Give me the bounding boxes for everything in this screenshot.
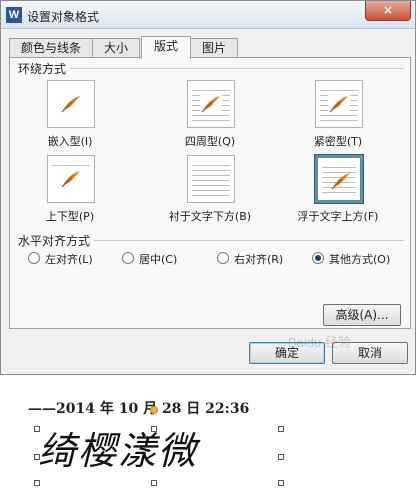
align-center-label: 居中(C) (139, 253, 178, 266)
signature-image[interactable]: 绮樱漾微 (38, 420, 198, 475)
wrap-tight-thumbnail (315, 80, 363, 128)
tab-bar: 颜色与线条 大小 版式 图片 (9, 36, 409, 59)
ok-button[interactable]: 确定 (249, 342, 325, 364)
wrap-inline-option[interactable]: 嵌入型(I) (10, 80, 130, 155)
wrap-square-label: 四周型(Q) (184, 135, 236, 148)
title-bar: W 设置对象格式 × (1, 1, 415, 29)
quill-icon (61, 171, 80, 188)
wrap-behind-text-option[interactable]: 衬于文字下方(B) (150, 155, 270, 230)
resize-handle-r[interactable] (278, 454, 284, 460)
wrap-top-bottom-option[interactable]: 上下型(P) (10, 155, 130, 230)
wps-writer-icon: W (6, 7, 22, 23)
document-area: ——2014 年 10 月 28 日 22:36 绮樱漾微 (0, 376, 416, 491)
radio-indicator (28, 252, 40, 264)
resize-handle-tr[interactable] (278, 426, 284, 432)
align-group-title: 水平对齐方式 (18, 232, 95, 249)
close-button[interactable]: × (365, 1, 411, 21)
wrap-in-front-thumbnail (314, 154, 364, 204)
wrap-behind-text-label: 衬于文字下方(B) (168, 210, 252, 223)
format-object-dialog: W 设置对象格式 × 颜色与线条 大小 版式 图片 环绕方式 嵌入型(I) 四周… (0, 0, 416, 375)
wrap-group-title: 环绕方式 (18, 60, 71, 77)
radio-indicator (122, 252, 134, 264)
wrap-tight-option[interactable]: 紧密型(T) (278, 80, 398, 155)
align-left-label: 左对齐(L) (45, 253, 93, 266)
resize-handle-bl[interactable] (34, 480, 40, 486)
align-other-label: 其他方式(O) (329, 253, 391, 266)
layout-panel: 环绕方式 嵌入型(I) 四周型(Q) 紧密型(T) 上下型(P) 衬于文字下方(… (9, 57, 411, 329)
wrap-inline-thumbnail (47, 80, 95, 128)
wrap-tight-label: 紧密型(T) (313, 135, 363, 148)
tab-layout[interactable]: 版式 (141, 36, 191, 59)
wrap-top-bottom-thumbnail (47, 155, 95, 203)
close-icon: × (382, 3, 394, 17)
advanced-button[interactable]: 高级(A)... (323, 304, 401, 326)
wrap-square-thumbnail (187, 80, 235, 128)
cancel-button[interactable]: 取消 (332, 342, 408, 364)
wrap-square-option[interactable]: 四周型(Q) (150, 80, 270, 155)
wrap-in-front-option[interactable]: 浮于文字上方(F) (278, 154, 398, 230)
wrap-behind-text-thumbnail (187, 155, 235, 203)
tab-color-lines[interactable]: 颜色与线条 (9, 38, 93, 58)
tab-picture[interactable]: 图片 (190, 38, 238, 58)
resize-handle-b[interactable] (151, 480, 157, 486)
tab-size[interactable]: 大小 (92, 38, 140, 58)
date-line: ——2014 年 10 月 28 日 22:36 (28, 401, 250, 417)
radio-indicator-selected (312, 252, 324, 264)
dialog-title: 设置对象格式 (27, 10, 100, 24)
wrap-in-front-label: 浮于文字上方(F) (297, 210, 379, 223)
wrap-group-divider (18, 68, 404, 69)
quill-icon (200, 94, 222, 114)
quill-icon (331, 173, 350, 190)
wrap-inline-label: 嵌入型(I) (47, 135, 93, 148)
rotate-handle[interactable] (150, 406, 158, 414)
quill-icon (328, 94, 350, 114)
wrap-top-bottom-label: 上下型(P) (45, 210, 95, 223)
align-right-label: 右对齐(R) (234, 253, 284, 266)
resize-handle-br[interactable] (278, 480, 284, 486)
quill-icon (61, 96, 80, 113)
radio-indicator (217, 252, 229, 264)
